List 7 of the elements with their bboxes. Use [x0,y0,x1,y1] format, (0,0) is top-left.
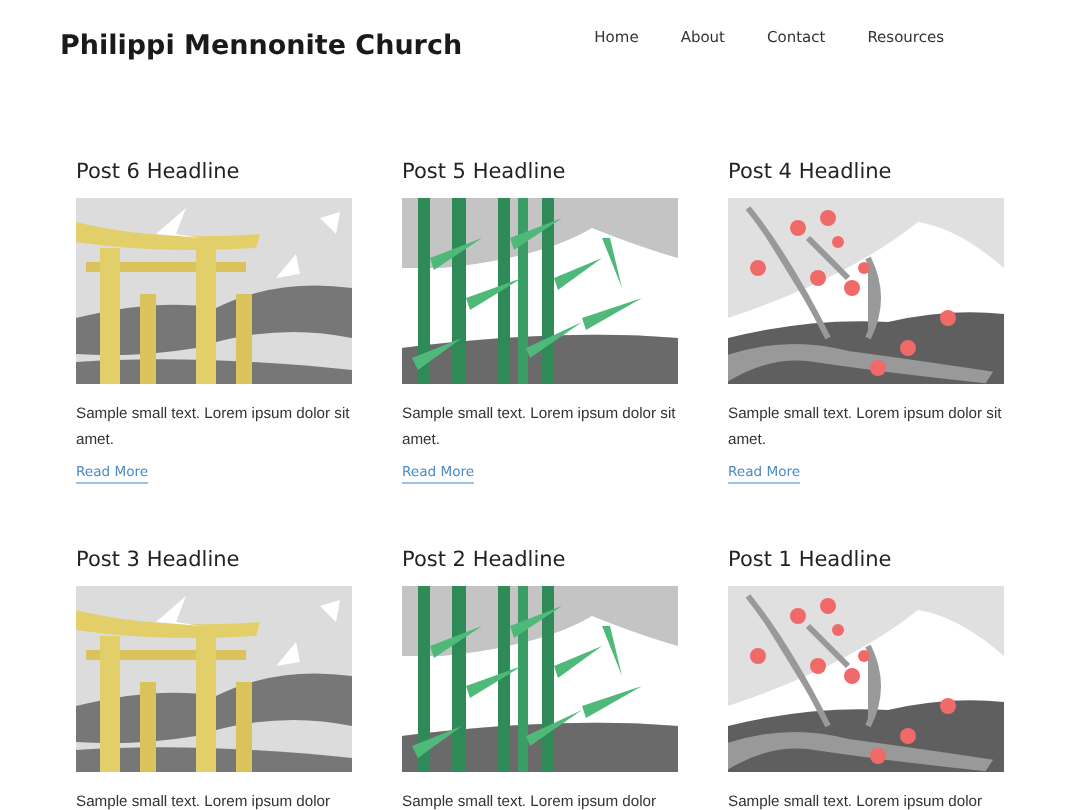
post-headline: Post 6 Headline [76,158,242,186]
site-title[interactable]: Philippi Mennonite Church [60,26,463,67]
post-headline: Post 4 Headline [728,158,894,186]
post-headline: Post 5 Headline [402,158,568,186]
post-headline: Post 1 Headline [728,546,894,574]
post-headline: Post 3 Headline [76,546,242,574]
post-headline: Post 2 Headline [402,546,568,574]
